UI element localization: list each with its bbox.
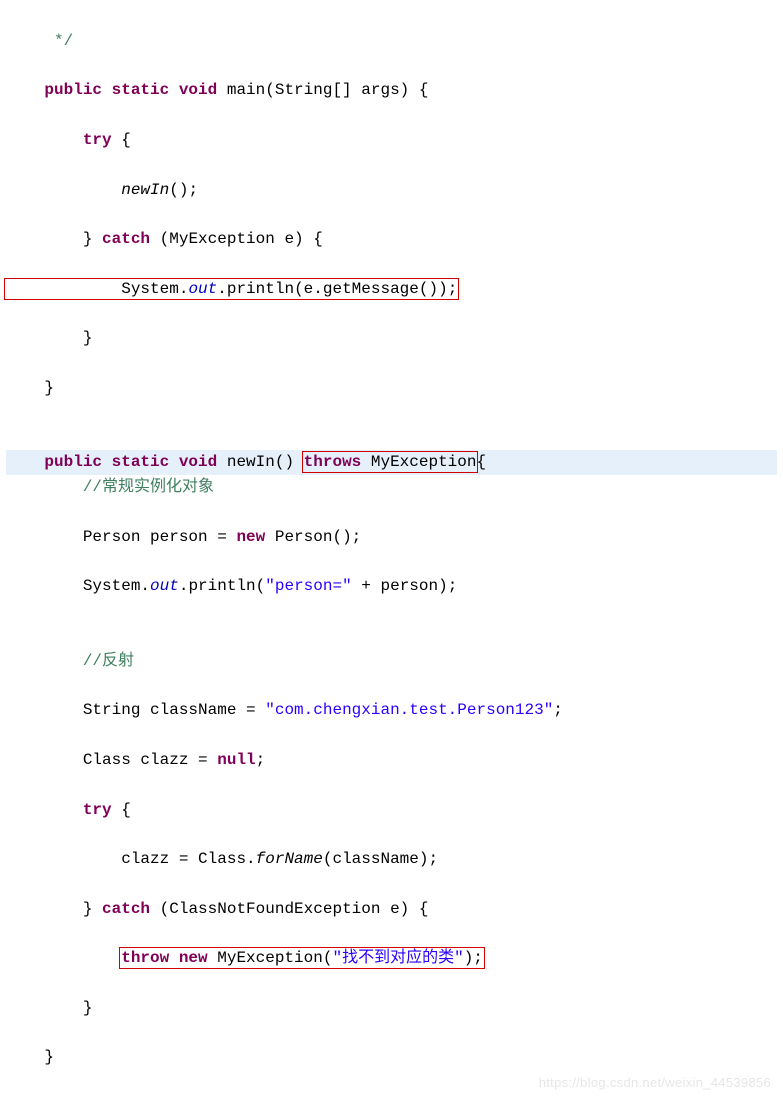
code-text: { [112, 801, 131, 819]
keyword-token: try [6, 801, 112, 819]
method-call: forName [256, 850, 323, 868]
code-text: } [6, 1048, 54, 1066]
highlighted-box-println: System.out.println(e.getMessage()); [6, 280, 457, 298]
code-text: newIn() [217, 453, 303, 471]
code-text: .println( [179, 577, 265, 595]
code-text: { [112, 131, 131, 149]
code-text: System. [6, 577, 150, 595]
code-text: String className = [6, 701, 265, 719]
highlighted-box-throw: throw new MyException("找不到对应的类"); [121, 949, 483, 967]
code-text: MyException [361, 453, 476, 471]
static-field: out [150, 577, 179, 595]
keyword-token: catch [102, 230, 150, 248]
code-text: ; [256, 751, 266, 769]
code-text [6, 652, 83, 670]
keyword-token: public static void [6, 81, 217, 99]
keyword-token: throw new [121, 949, 207, 967]
keyword-token: new [236, 528, 265, 546]
code-text: .println(e.getMessage()); [217, 280, 457, 298]
static-field: out [188, 280, 217, 298]
comment-text: //反射 [83, 652, 134, 670]
code-text: Person(); [265, 528, 361, 546]
keyword-token: try [6, 131, 112, 149]
string-literal: "com.chengxian.test.Person123" [265, 701, 553, 719]
keyword-token: catch [102, 900, 150, 918]
code-text: } [6, 379, 54, 397]
code-text: MyException( [208, 949, 333, 967]
code-text [6, 949, 121, 967]
comment-text: //常规实例化对象 [83, 478, 214, 496]
code-text: } [6, 999, 92, 1017]
code-text: ); [464, 949, 483, 967]
code-text [6, 181, 121, 199]
code-block: */ public static void main(String[] args… [6, 4, 777, 1095]
comment-text: */ [6, 32, 73, 50]
code-text: Person person = [6, 528, 236, 546]
code-text: } [6, 230, 102, 248]
keyword-token: throws [304, 453, 362, 471]
code-text: System. [6, 280, 188, 298]
code-text [6, 478, 83, 496]
keyword-token: public static void [6, 453, 217, 471]
string-literal: "找不到对应的类" [332, 949, 463, 967]
keyword-token: null [217, 751, 255, 769]
code-text: } [6, 329, 92, 347]
highlighted-box-throws: throws MyException [304, 453, 477, 471]
code-text: (); [169, 181, 198, 199]
method-call: newIn [121, 181, 169, 199]
code-text: main(String[] args) { [217, 81, 428, 99]
code-text: { [476, 453, 486, 471]
code-text: } [6, 900, 102, 918]
code-text: (className); [323, 850, 438, 868]
string-literal: "person=" [265, 577, 351, 595]
code-text: (MyException e) { [150, 230, 323, 248]
code-text: + person); [352, 577, 458, 595]
code-text: ; [553, 701, 563, 719]
code-text: clazz = Class. [6, 850, 256, 868]
code-text: Class clazz = [6, 751, 217, 769]
code-text: (ClassNotFoundException e) { [150, 900, 428, 918]
